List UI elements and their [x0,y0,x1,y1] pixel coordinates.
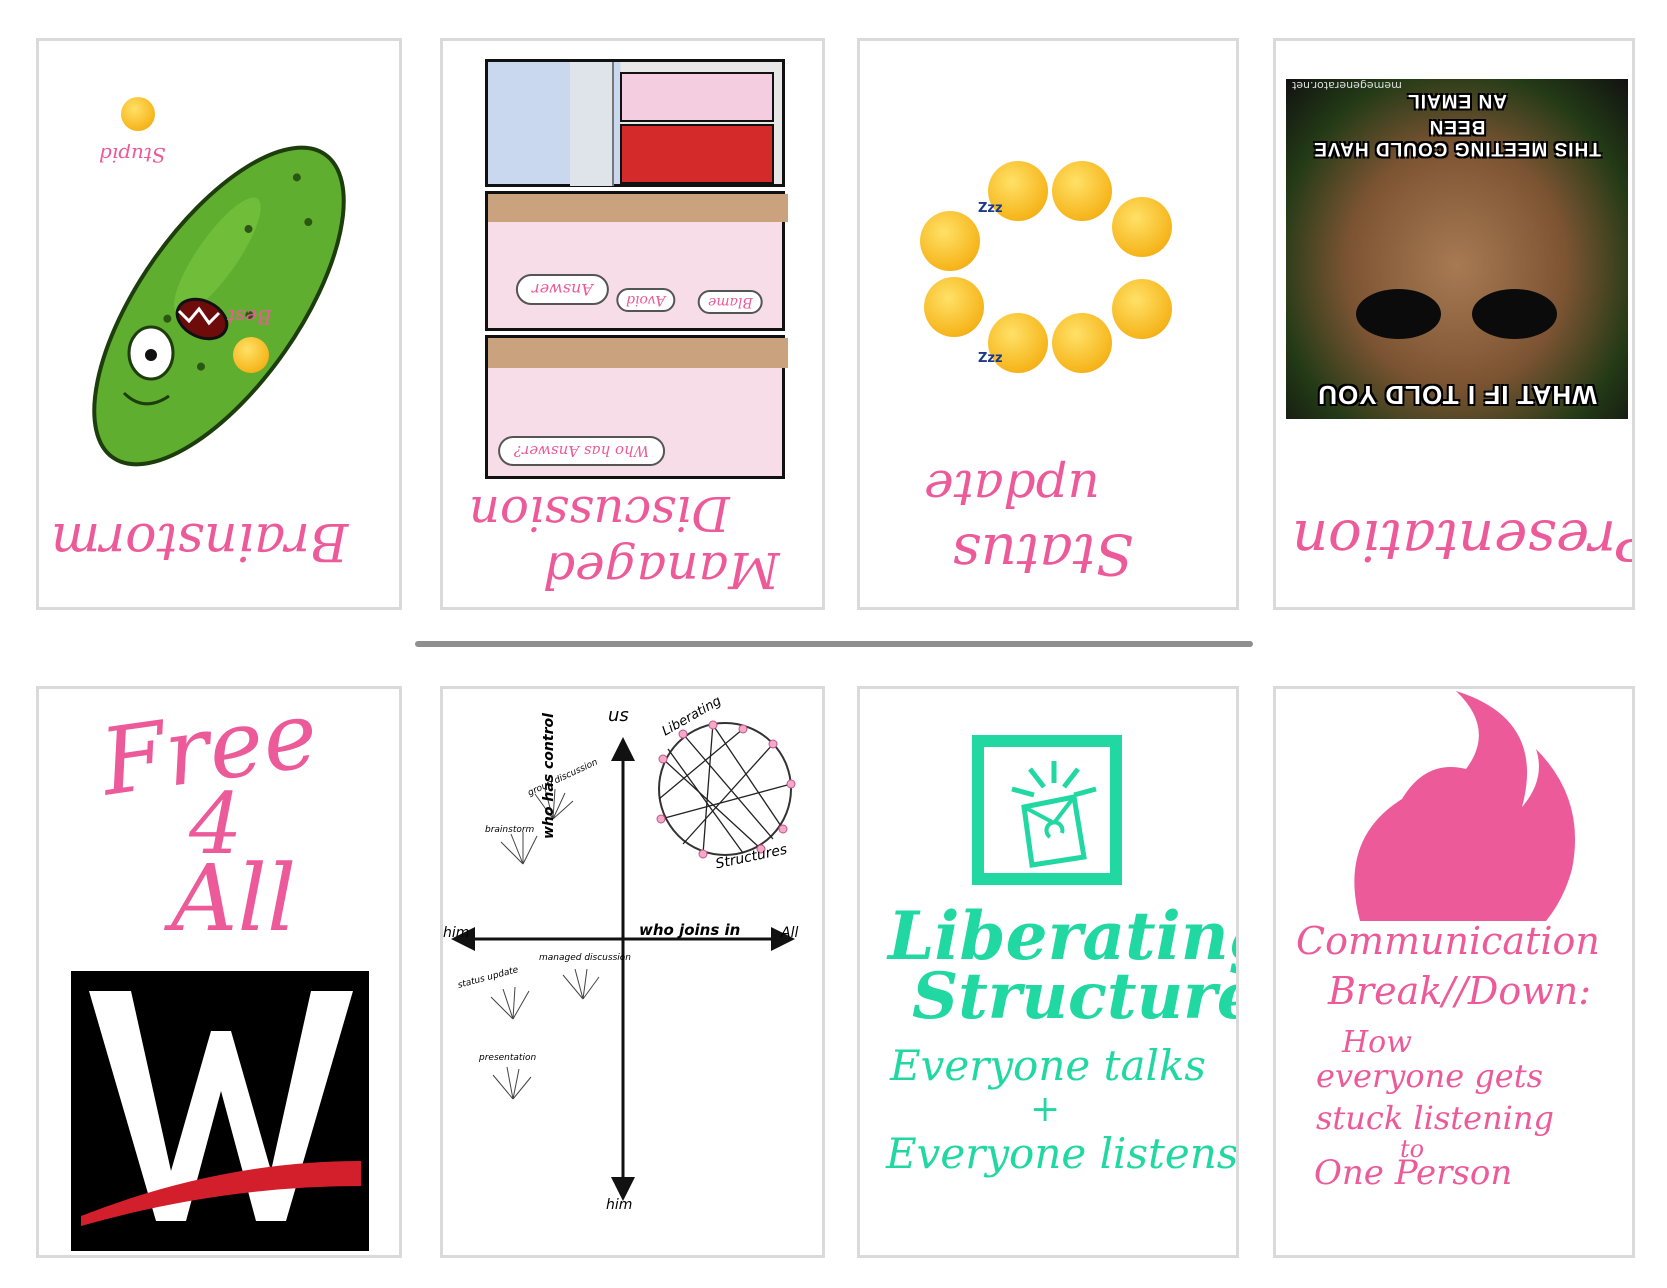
party-emoji-icon [1112,279,1172,339]
everyone-listens: Everyone listens [886,1129,1239,1178]
stuck-listening-label: stuck listening [1316,1099,1554,1137]
card-title-line1: Status [952,521,1134,586]
note-best: Best [227,305,272,329]
top-axis-label: us [608,705,629,726]
comic-panel: Who has Answer? [485,335,788,479]
note-stupid: Stupid [99,143,166,167]
comic-panel [485,59,785,187]
sunglasses-emoji-icon [924,277,984,337]
neutral-emoji-icon [920,211,980,271]
everyone-gets-label: everyone gets [1316,1057,1544,1095]
relieved-emoji-icon [1052,313,1112,373]
smile-emoji-icon [121,97,155,131]
card-title-line2: Discussion [469,485,730,541]
right-axis-label: All [781,925,799,941]
x-axis-title: who joins in [639,921,741,939]
card-title-line1: Managed [543,541,780,599]
meme-bottom-text: WHAT IF I TOLD YOU [1317,380,1597,410]
left-axis-label: him [443,925,470,941]
communication-label: Communication [1296,919,1600,963]
card-title: Presentation [1292,507,1635,572]
card-diagram[interactable]: us him him All who joins in who has cont… [440,686,825,1258]
zzz-label: Zzz [978,201,1003,216]
comic-panel: Answer Avoid Blame [485,191,788,331]
everyone-talks: Everyone talks [890,1041,1206,1090]
breakdown-label: Break//Down: [1328,969,1592,1013]
how-label: How [1342,1025,1412,1060]
bubble-blame: Blame [698,290,763,314]
card-managed-discussion[interactable]: Answer Avoid Blame Who has Answer? Manag… [440,38,825,610]
comic-strip: Answer Avoid Blame Who has Answer? [485,59,788,479]
card-communication-breakdown[interactable]: Communication Break//Down: How everyone … [1273,686,1635,1258]
managed-discussion-label: managed discussion [539,953,631,963]
zzz-label: Zzz [978,351,1003,366]
relieved-emoji-icon [1052,161,1112,221]
card-title: Brainstorm [51,511,349,571]
all-label: All [171,845,297,952]
card-free-for-all[interactable]: Free 4 All W [36,686,402,1258]
gift-box-icon [972,735,1122,885]
meme-top-text: THIS MEETING COULD HAVE BEEN [1313,116,1601,159]
flame-icon [1354,691,1576,921]
card-status-update[interactable]: Zzz Zzz Status update [857,38,1239,610]
meme-top-text-line2: AN EMAIL [1407,90,1507,111]
bubble-answer: Answer [516,274,609,305]
bubble-avoid: Avoid [616,288,676,312]
title-line2: Structures [912,959,1236,1034]
row-divider [415,641,1253,647]
bubble-who-has-answer: Who has Answer? [498,436,666,466]
plus-sign: + [1030,1089,1061,1130]
bottom-axis-label: him [606,1197,633,1213]
watermark: memegenerator.net [1292,79,1402,92]
one-person-label: One Person [1314,1153,1513,1193]
laughing-emoji-icon [233,337,269,373]
card-presentation[interactable]: WHAT IF I TOLD YOU THIS MEETING COULD HA… [1273,38,1635,610]
presentation-label: presentation [479,1053,537,1063]
card-liberating-structures[interactable]: Liberating Structures Everyone talks + E… [857,686,1239,1258]
wrestling-logo: W [71,971,369,1251]
card-brainstorm[interactable]: Stupid Best Brainstorm [36,38,402,610]
brainstorm-label: brainstorm [485,825,535,835]
sweat-smile-emoji-icon [1112,197,1172,257]
card-title-line2: update [924,459,1100,517]
meme-image: WHAT IF I TOLD YOU THIS MEETING COULD HA… [1286,79,1628,419]
